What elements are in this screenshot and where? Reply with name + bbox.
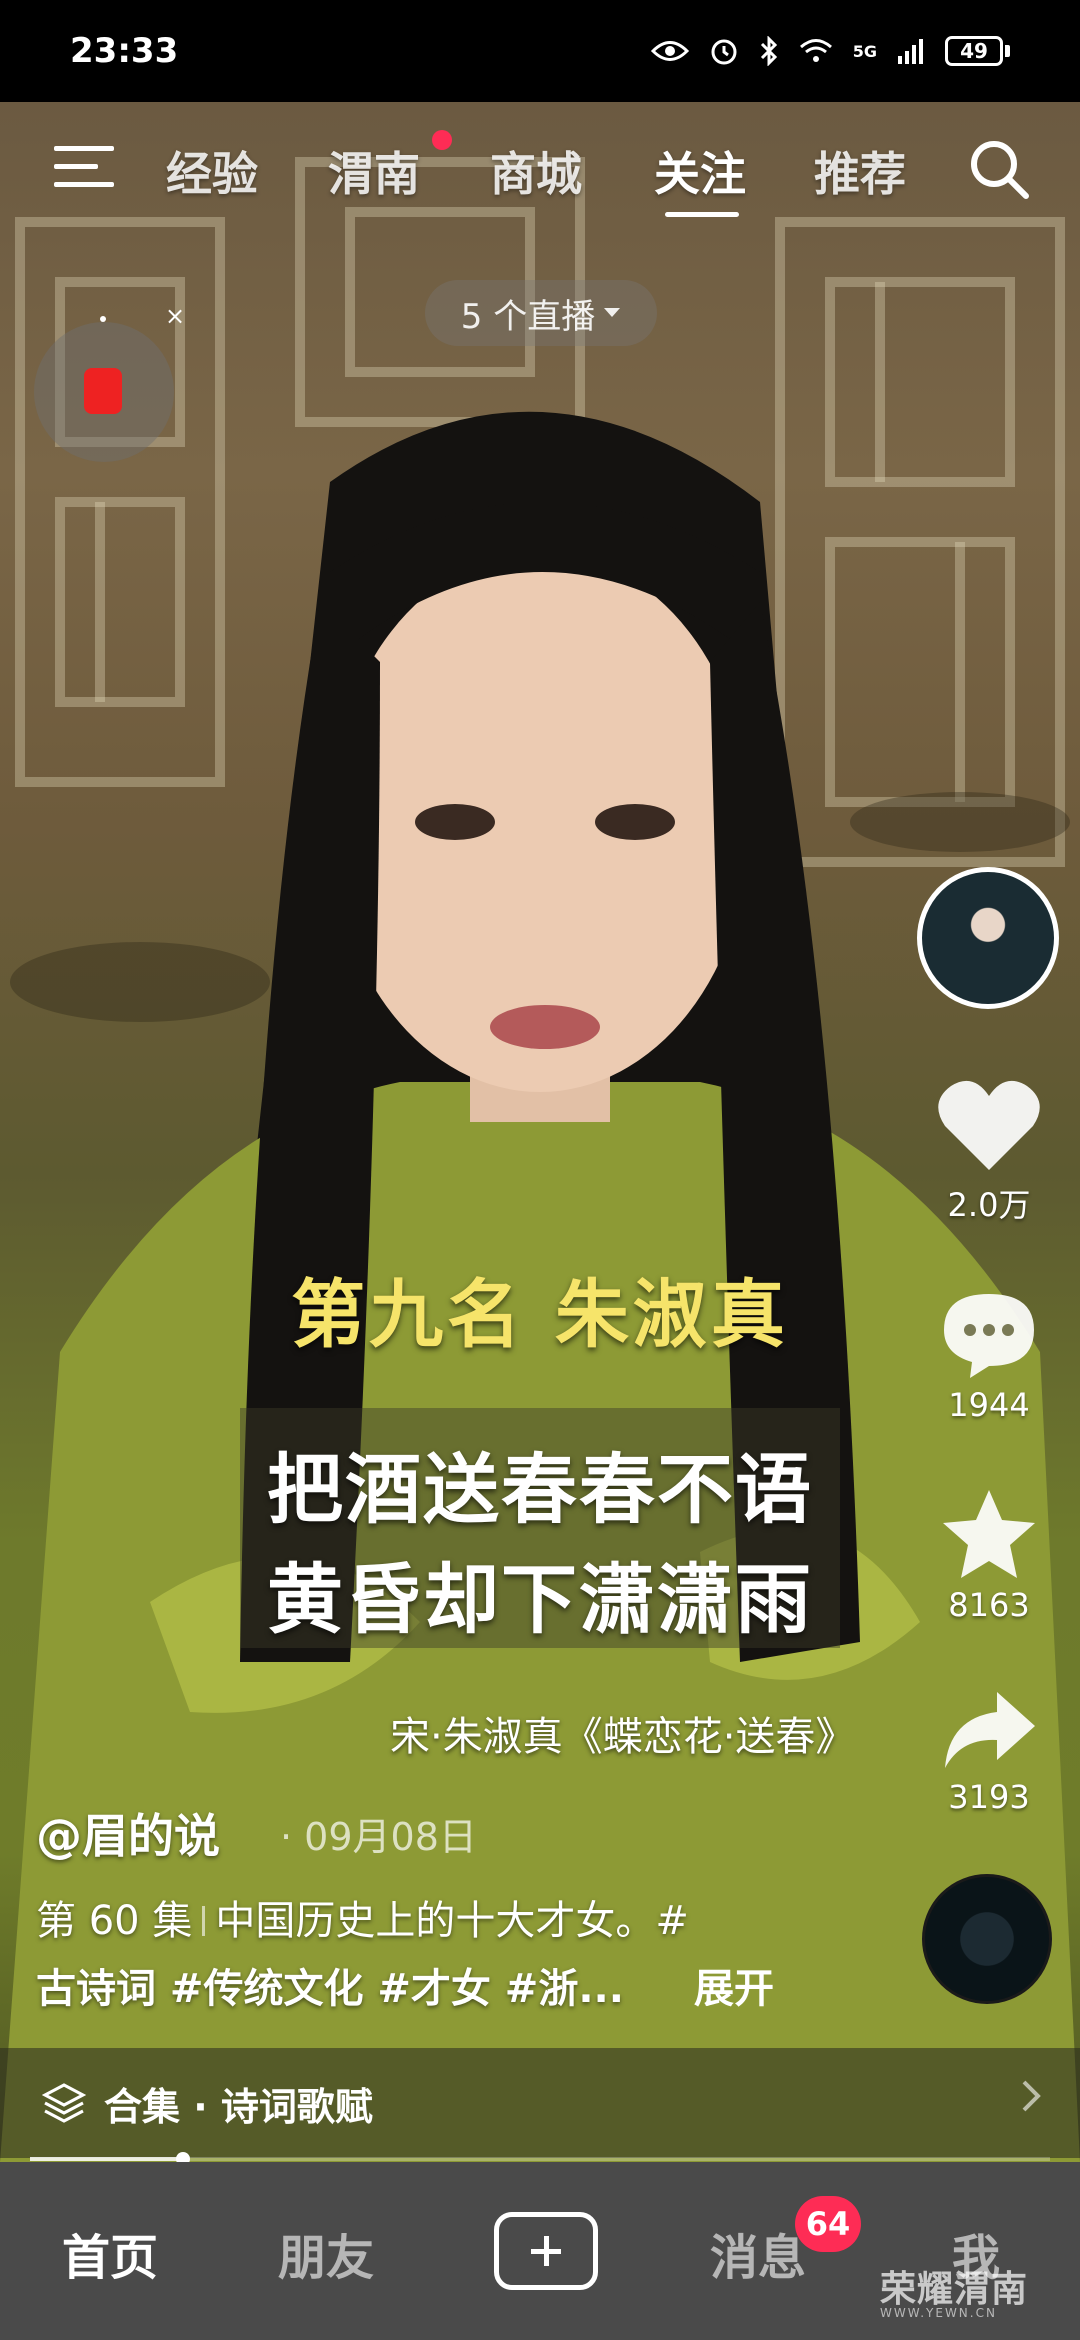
status-bar: 23:33 5G 49 <box>0 0 1080 102</box>
tab-following[interactable]: 关注 <box>654 138 746 204</box>
wifi-icon <box>799 39 832 62</box>
caption-line-1: 把酒送春春不语 <box>267 1445 813 1534</box>
description-text: 中国历史上的十大才女。# <box>215 1898 689 1944</box>
author-name[interactable]: @眉的说 <box>36 1800 220 1866</box>
bluetooth-icon <box>760 36 777 66</box>
share-count: 3193 <box>948 1778 1030 1816</box>
create-button[interactable] <box>494 2212 598 2290</box>
signal-icon <box>898 39 923 64</box>
eye-icon <box>650 41 689 61</box>
status-time: 23:33 <box>70 31 179 71</box>
live-count-button[interactable]: 5 个直播 <box>425 280 657 346</box>
network-label: 5G <box>852 41 877 61</box>
watermark-logo: 荣耀渭南 <box>880 2269 1029 2310</box>
episode-label: 第 60 集 <box>36 1898 193 1944</box>
like-button[interactable]: 2.0万 <box>930 1078 1048 1226</box>
red-packet-icon[interactable] <box>84 368 122 414</box>
alarm-icon <box>711 39 737 65</box>
battery-level: 49 <box>945 36 1003 66</box>
tab-recommend[interactable]: 推荐 <box>814 138 906 204</box>
battery-icon: 49 <box>945 36 1010 66</box>
search-icon[interactable] <box>964 134 1034 204</box>
share-button[interactable]: 3193 <box>930 1688 1048 1816</box>
message-badge: 64 <box>795 2196 861 2252</box>
tab-experience[interactable]: 经验 <box>166 138 258 204</box>
post-date: · 09月08日 <box>280 1815 477 1859</box>
expand-button[interactable]: 展开 <box>694 1956 774 2014</box>
caption-title: 第九名 朱淑真 <box>291 1272 789 1358</box>
post-tags[interactable]: 古诗词 #传统文化 #才女 #浙... <box>36 1956 624 2014</box>
widget-dot <box>100 316 106 322</box>
caption-line-2: 黄昏却下潇潇雨 <box>267 1555 813 1644</box>
live-count-label: 5 个直播 <box>460 296 596 337</box>
tab-messages[interactable]: 消息 <box>710 2218 806 2288</box>
post-description: 第 60 集中国历史上的十大才女。# <box>36 1888 689 1946</box>
tab-friends[interactable]: 朋友 <box>278 2218 374 2288</box>
progress-fill <box>30 2157 183 2161</box>
chevron-right-icon <box>1022 2080 1041 2112</box>
watermark-url: WWW.YEWN.CN <box>880 2306 997 2320</box>
tab-weinan[interactable]: 渭南 <box>328 138 420 204</box>
share-icon <box>945 1692 1035 1768</box>
tab-mall[interactable]: 商城 <box>490 138 582 204</box>
comment-count: 1944 <box>948 1386 1030 1424</box>
status-icons: 5G 49 <box>650 36 1010 66</box>
caption-source: 宋·朱淑真《蝶恋花·送春》 <box>390 1714 856 1760</box>
music-disc[interactable] <box>922 1874 1052 2004</box>
author-avatar[interactable] <box>917 867 1059 1009</box>
menu-icon[interactable] <box>52 142 116 192</box>
heart-icon <box>938 1080 1040 1170</box>
like-count: 2.0万 <box>947 1186 1031 1224</box>
caret-down-icon <box>604 308 621 317</box>
layers-icon <box>42 2083 86 2123</box>
tab-weinan-dot <box>432 130 452 150</box>
tab-home[interactable]: 首页 <box>62 2218 158 2288</box>
close-icon[interactable]: × <box>165 302 185 330</box>
collection-label: 合集 · 诗词歌赋 <box>104 2084 373 2129</box>
active-tab-indicator <box>665 212 739 217</box>
collection-bar[interactable]: 合集 · 诗词歌赋 <box>0 2048 1080 2158</box>
